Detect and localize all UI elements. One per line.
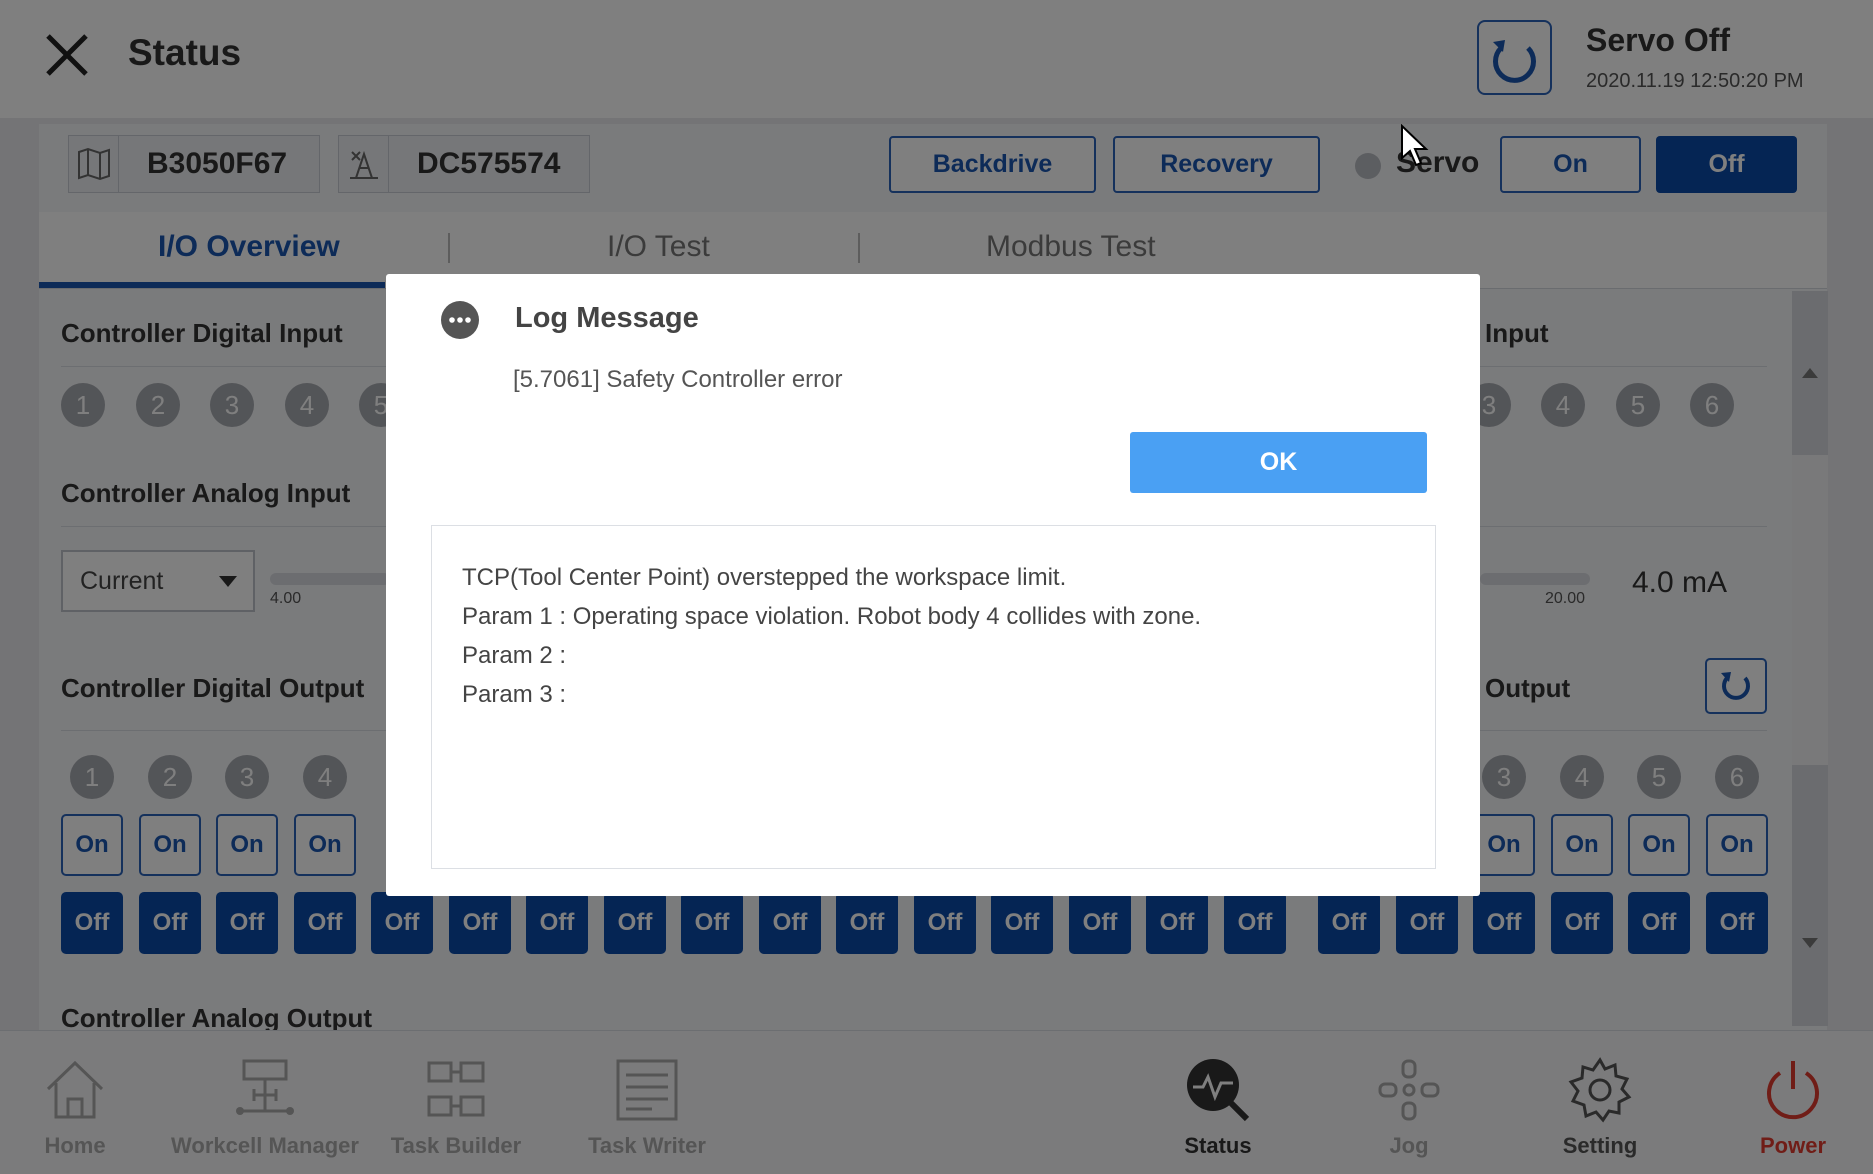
log-message-dialog: Log Message [5.7061] Safety Controller e… (386, 274, 1480, 896)
log-detail-line: Param 2 : (462, 642, 567, 669)
dialog-title: Log Message (515, 302, 699, 334)
log-detail-line: TCP(Tool Center Point) overstepped the w… (462, 564, 1067, 591)
ok-button[interactable]: OK (1130, 432, 1427, 493)
more-icon (441, 301, 479, 339)
dialog-message: [5.7061] Safety Controller error (513, 366, 843, 393)
log-detail-line: Param 1 : Operating space violation. Rob… (462, 603, 1202, 630)
cursor-icon (1401, 124, 1429, 167)
log-detail-box: TCP(Tool Center Point) overstepped the w… (431, 525, 1436, 869)
log-detail-line: Param 3 : (462, 681, 567, 708)
